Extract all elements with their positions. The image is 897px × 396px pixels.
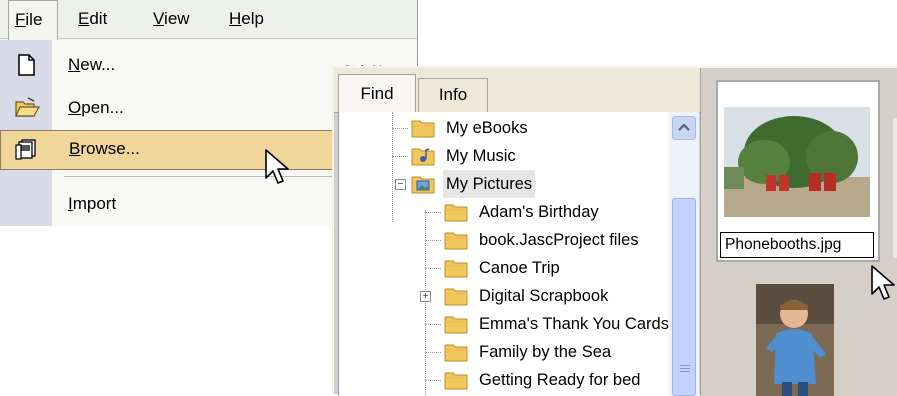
folder-icon (444, 316, 468, 334)
folder-tree: My eBooks My Music − My Pictures Adam's … (338, 112, 699, 396)
menu-file[interactable]: File (8, 0, 58, 40)
tab-find[interactable]: Find (338, 74, 416, 113)
folder-icon (411, 120, 435, 138)
music-folder-icon (411, 148, 435, 166)
tree-guide (425, 240, 441, 241)
tree-guide (425, 210, 426, 396)
tree-guide (425, 212, 441, 213)
collapse-icon[interactable]: − (395, 179, 406, 190)
menu-item-new-label: New... (68, 55, 116, 74)
tree-guide (425, 380, 441, 381)
menu-help-key: H (229, 9, 242, 28)
thumbnail-pane: Phonebooths.jpg (706, 68, 897, 396)
menu-help-label: elp (241, 9, 264, 28)
tree-guide (425, 268, 441, 269)
tree-guide (392, 156, 408, 157)
menu-file-label: ile (25, 10, 43, 29)
mouse-pointer-icon (871, 265, 895, 300)
tab-row: Find Info (334, 68, 704, 113)
mouse-pointer-icon (265, 149, 289, 184)
menu-item-browse-label: Browse... (69, 139, 140, 158)
menu-edit-key: E (78, 9, 90, 28)
new-document-icon (14, 54, 38, 76)
thumbnail-item[interactable]: Phonebooths.jpg (716, 80, 880, 262)
menu-edit-label: dit (89, 9, 108, 28)
menu-bar: File Edit View Help (0, 0, 417, 40)
menu-edit[interactable]: Edit (78, 0, 107, 38)
tree-guide (425, 324, 441, 325)
menu-help[interactable]: Help (229, 0, 264, 38)
tree-guide (425, 352, 441, 353)
menu-view-key: V (153, 9, 165, 28)
folder-icon (444, 260, 468, 278)
scroll-up-button[interactable] (672, 116, 696, 140)
tab-info[interactable]: Info (418, 78, 488, 112)
scroll-thumb[interactable] (672, 198, 696, 396)
tree-guide (392, 128, 408, 129)
tree-scrollbar[interactable] (669, 112, 699, 396)
menu-item-import-label: Import (68, 194, 117, 213)
menu-item-open-label: Open... (68, 98, 124, 117)
thumbnail-caption[interactable]: Phonebooths.jpg (720, 232, 874, 258)
folder-icon (444, 232, 468, 250)
folder-icon (444, 204, 468, 222)
chevron-up-icon (678, 123, 690, 131)
folder-icon (444, 288, 468, 306)
boy-photo (756, 284, 834, 396)
browse-icon (15, 139, 39, 161)
browse-palette: Find Info My eBooks My Music − My Pictur… (332, 66, 897, 396)
expand-icon[interactable]: + (420, 291, 431, 302)
menu-file-key: F (15, 10, 26, 29)
menu-view-label: iew (164, 9, 190, 28)
folder-icon (444, 344, 468, 362)
pictures-folder-icon (411, 176, 435, 194)
folder-icon (444, 372, 468, 390)
next-thumbnail-edge (893, 118, 897, 258)
phonebooth-photo (724, 107, 870, 217)
menu-view[interactable]: View (153, 0, 190, 38)
open-folder-icon (14, 97, 41, 119)
